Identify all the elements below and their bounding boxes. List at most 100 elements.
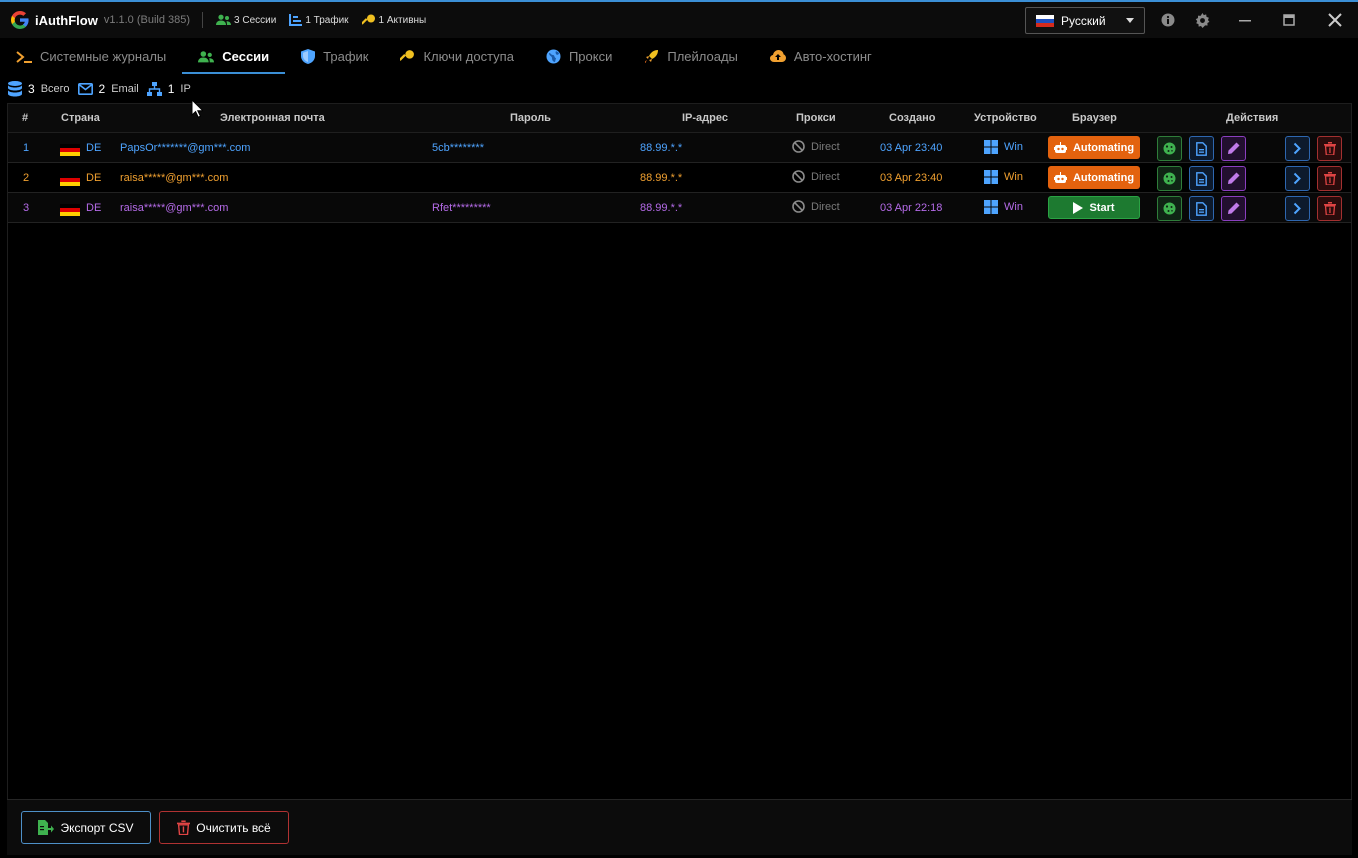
- cookie-button[interactable]: [1157, 196, 1182, 221]
- row-email[interactable]: raisa*****@gm***.com: [120, 202, 228, 214]
- open-button[interactable]: [1285, 196, 1310, 221]
- minimize-icon[interactable]: [1237, 12, 1253, 28]
- col-password: Пароль: [510, 112, 551, 124]
- edit-button[interactable]: [1221, 196, 1246, 221]
- tab-auto-hosting[interactable]: Авто-хостинг: [754, 38, 888, 75]
- tab-sessions[interactable]: Сессии: [182, 38, 286, 75]
- cookie-button[interactable]: [1157, 136, 1182, 161]
- row-created: 03 Apr 23:40: [880, 172, 943, 184]
- file-button[interactable]: [1189, 196, 1214, 221]
- delete-button[interactable]: [1317, 196, 1342, 221]
- chevron-right-icon: [1293, 142, 1301, 155]
- table-row[interactable]: 3 DE raisa*****@gm***.com Rfet********* …: [8, 193, 1351, 223]
- title-bar: iAuthFlow v1.1.0 (Build 385) 3 Сессии 1 …: [0, 0, 1358, 38]
- edit-button[interactable]: [1221, 136, 1246, 161]
- col-created: Создано: [889, 112, 936, 124]
- tab-label: Плейлоады: [667, 49, 738, 64]
- germany-flag-icon: [60, 204, 80, 216]
- tab-payloads[interactable]: Плейлоады: [628, 38, 754, 75]
- trash-icon: [1323, 142, 1336, 155]
- cookie-icon: [1163, 172, 1176, 185]
- export-csv-label: Экспорт CSV: [60, 820, 134, 835]
- robot-icon: [1053, 141, 1067, 153]
- sessions-stat-text: 3 Сессии: [234, 14, 277, 26]
- email-count: 2: [98, 82, 106, 96]
- row-proxy: Direct: [792, 140, 840, 153]
- pencil-icon: [1228, 172, 1240, 184]
- rocket-icon: [645, 50, 659, 63]
- app-name: iAuthFlow: [35, 12, 98, 28]
- cookie-button[interactable]: [1157, 166, 1182, 191]
- row-ip: 88.99.*.*: [640, 202, 683, 214]
- total-summary: 3 Всего: [8, 81, 70, 97]
- col-email: Электронная почта: [220, 112, 325, 124]
- tab-label: Трафик: [323, 49, 369, 64]
- tab-traffic[interactable]: Трафик: [285, 38, 384, 75]
- row-password[interactable]: Rfet*********: [432, 202, 491, 214]
- tab-system-logs[interactable]: Системные журналы: [0, 38, 182, 75]
- title-divider: [202, 12, 204, 28]
- open-button[interactable]: [1285, 166, 1310, 191]
- traffic-icon: [289, 14, 303, 26]
- export-csv-button[interactable]: Экспорт CSV: [21, 811, 151, 844]
- row-email[interactable]: raisa*****@gm***.com: [120, 172, 228, 184]
- table-row[interactable]: 2 DE raisa*****@gm***.com 88.99.*.* Dire…: [8, 163, 1351, 193]
- robot-icon: [1053, 171, 1067, 183]
- windows-icon: [984, 200, 998, 214]
- row-country: DE: [86, 202, 102, 214]
- language-select[interactable]: Русский: [1025, 7, 1145, 34]
- row-device: Win: [984, 200, 1023, 214]
- trash-icon: [1323, 172, 1336, 185]
- ban-icon: [792, 200, 805, 213]
- users-icon: [198, 50, 215, 62]
- tab-label: Системные журналы: [40, 49, 167, 64]
- sessions-stat: 3 Сессии: [216, 14, 276, 26]
- row-country: DE: [86, 172, 102, 184]
- row-device: Win: [984, 170, 1023, 184]
- windows-icon: [984, 140, 998, 154]
- gear-icon[interactable]: [1194, 12, 1210, 28]
- row-proxy: Direct: [792, 170, 840, 183]
- row-device-label: Win: [1004, 171, 1023, 183]
- key-icon: [361, 14, 375, 25]
- browser-label: Automating: [1072, 171, 1135, 184]
- delete-button[interactable]: [1317, 166, 1342, 191]
- clear-all-button[interactable]: Очистить всё: [159, 811, 289, 844]
- pencil-icon: [1228, 202, 1240, 214]
- table-row[interactable]: 1 DE PapsOr*******@gm***.com 5cb********…: [8, 133, 1351, 163]
- edit-button[interactable]: [1221, 166, 1246, 191]
- tab-access-keys[interactable]: Ключи доступа: [384, 38, 529, 75]
- mail-icon: [77, 83, 93, 95]
- col-ip: IP-адрес: [682, 112, 728, 124]
- file-icon: [1196, 141, 1207, 156]
- file-button[interactable]: [1189, 136, 1214, 161]
- mouse-cursor-icon: [191, 98, 205, 121]
- row-email[interactable]: PapsOr*******@gm***.com: [120, 142, 250, 154]
- file-export-icon: [38, 820, 55, 835]
- delete-button[interactable]: [1317, 136, 1342, 161]
- row-index: 3: [23, 202, 30, 214]
- cookie-icon: [1163, 202, 1176, 215]
- tab-label: Авто-хостинг: [793, 49, 872, 64]
- open-button[interactable]: [1285, 136, 1310, 161]
- automating-button[interactable]: Automating: [1048, 166, 1140, 189]
- row-ip: 88.99.*.*: [640, 142, 683, 154]
- browser-label: Start: [1089, 201, 1115, 214]
- terminal-icon: [16, 50, 32, 63]
- windows-icon: [984, 170, 998, 184]
- maximize-icon[interactable]: [1281, 12, 1297, 28]
- automating-button[interactable]: Automating: [1048, 136, 1140, 159]
- ip-count: 1: [167, 82, 175, 96]
- language-value: Русский: [1061, 13, 1106, 28]
- pencil-icon: [1228, 142, 1240, 154]
- close-icon[interactable]: [1327, 12, 1343, 28]
- row-password[interactable]: 5cb********: [432, 142, 484, 154]
- main-tabs: Системные журналы Сессии Трафик Ключи до…: [0, 38, 1358, 75]
- tab-proxy[interactable]: Прокси: [530, 38, 628, 75]
- file-button[interactable]: [1189, 166, 1214, 191]
- start-button[interactable]: Start: [1048, 196, 1140, 219]
- shield-icon: [301, 49, 316, 64]
- tab-label: Сессии: [222, 49, 270, 64]
- info-icon[interactable]: [1160, 12, 1176, 28]
- file-icon: [1196, 201, 1207, 216]
